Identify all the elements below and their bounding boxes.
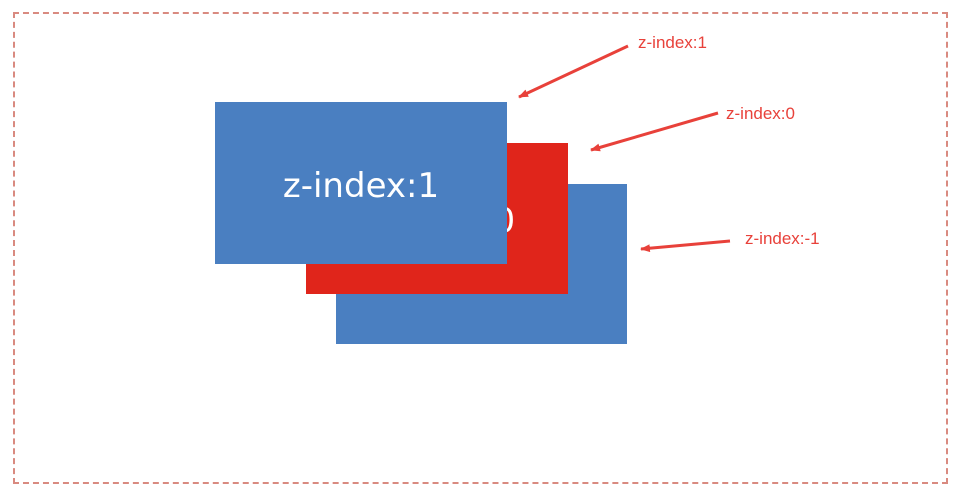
front-box-label: z-index:1 xyxy=(282,166,440,206)
back-callout: z-index:-1 xyxy=(745,229,820,248)
front-callout: z-index:1 xyxy=(638,33,707,52)
middle-callout: z-index:0 xyxy=(726,104,795,123)
front-box: z-index:1 xyxy=(215,102,507,264)
